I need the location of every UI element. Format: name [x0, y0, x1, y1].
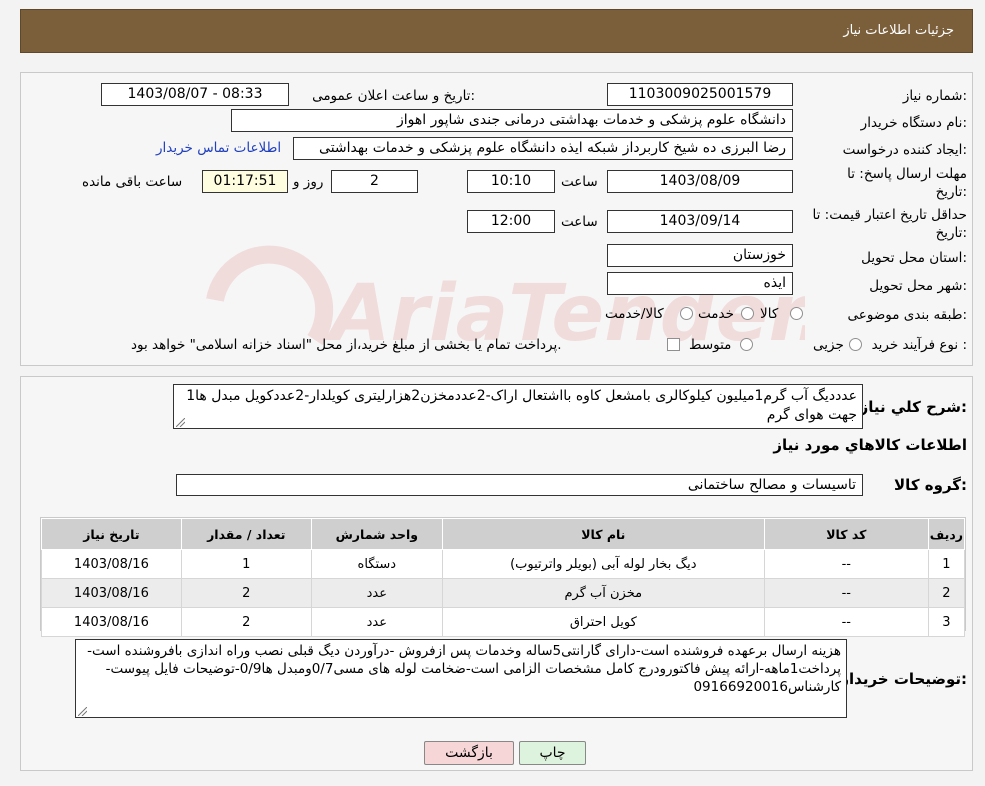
print-button[interactable]: چاپ [519, 741, 586, 765]
col-unit: واحد شمارش [310, 518, 443, 550]
remaining-days-field: 2 [331, 170, 418, 193]
remaining-time-field: 01:17:51 [202, 170, 288, 193]
cell-code: -- [763, 578, 929, 608]
deadline-label: مهلت ارسال پاسخ: تا [847, 166, 967, 182]
page-header: جزئیات اطلاعات نیاز [20, 9, 973, 53]
summary-text: 1عدددیگ آب گرم1میلیون کیلوکالری بامشعل ک… [186, 388, 857, 423]
col-date: تاریخ نیاز [41, 518, 182, 550]
city-field: ایذه [607, 272, 793, 295]
city-label: شهر محل تحویل: [869, 278, 967, 294]
cell-date: 1403/08/16 [41, 549, 182, 579]
province-label: استان محل تحویل: [861, 250, 967, 266]
col-qty: تعداد / مقدار [180, 518, 312, 550]
buyer-notes-text: هزینه ارسال برعهده فروشنده است-دارای گار… [87, 643, 841, 695]
table-row: 3 -- کویل احتراق عدد 2 1403/08/16 [41, 607, 966, 637]
table-row: 1 -- دیگ بخار لوله آبی (بویلر واترتیوب) … [41, 549, 966, 579]
cell-qty: 2 [180, 607, 312, 637]
category-goods-label: کالا [760, 306, 779, 322]
treasury-checkbox[interactable] [667, 338, 680, 351]
back-button[interactable]: بازگشت [424, 741, 514, 765]
buyer-contact-link[interactable]: اطلاعات تماس خریدار [156, 140, 281, 156]
category-goods-service-radio[interactable] [680, 307, 693, 320]
process-type-label: نوع فرآیند خرید : [871, 337, 967, 353]
resize-grip-icon[interactable] [176, 418, 185, 427]
items-table-header: ردیف کد کالا نام کالا واحد شمارش تعداد /… [41, 518, 966, 550]
category-goods-radio[interactable] [790, 307, 803, 320]
cell-qty: 2 [180, 578, 312, 608]
process-medium-label: متوسط [689, 337, 732, 353]
buyer-org-label: نام دستگاه خریدار: [860, 115, 967, 131]
table-row: 2 -- مخزن آب گرم عدد 2 1403/08/16 [41, 578, 966, 608]
cell-name: مخزن آب گرم [441, 578, 765, 608]
category-service-radio[interactable] [741, 307, 754, 320]
buyer-notes-textarea[interactable]: هزینه ارسال برعهده فروشنده است-دارای گار… [75, 639, 847, 718]
price-validity-label-date: تاریخ: [935, 225, 967, 241]
cell-code: -- [763, 607, 929, 637]
cell-unit: دستگاه [310, 549, 443, 579]
resize-grip-icon[interactable] [78, 707, 87, 716]
buyer-org-field: دانشگاه علوم پزشکی و خدمات بهداشتی درمان… [231, 109, 793, 132]
requester-label: ایجاد کننده درخواست: [842, 142, 967, 158]
items-table: ردیف کد کالا نام کالا واحد شمارش تعداد /… [41, 518, 966, 637]
cell-row: 3 [927, 607, 966, 637]
province-field: خوزستان [607, 244, 793, 267]
col-code: کد کالا [763, 518, 929, 550]
goods-info-title: اطلاعات کالاهاي مورد نياز [773, 436, 967, 454]
need-number-label: شماره نیاز: [902, 88, 967, 104]
process-minor-radio[interactable] [849, 338, 862, 351]
cell-name: کویل احتراق [441, 607, 765, 637]
process-note: پرداخت تمام یا بخشی از مبلغ خرید،از محل … [131, 337, 562, 353]
items-table-wrapper: ردیف کد کالا نام کالا واحد شمارش تعداد /… [40, 517, 966, 637]
need-number-field: 1103009025001579 [607, 83, 793, 106]
category-label: طبقه بندی موضوعی: [847, 307, 967, 323]
page-title: جزئیات اطلاعات نیاز [843, 23, 954, 38]
announce-datetime-field: 1403/08/07 - 08:33 [101, 83, 289, 106]
goods-group-field: تاسیسات و مصالح ساختمانی [176, 474, 863, 496]
price-validity-label: حداقل تاریخ اعتبار قیمت: تا [812, 207, 967, 223]
buyer-notes-label: توضیحات خریدار: [840, 670, 967, 688]
price-validity-time-field: 12:00 [467, 210, 555, 233]
cell-name: دیگ بخار لوله آبی (بویلر واترتیوب) [441, 549, 765, 579]
requester-field: رضا البرزی ده شیخ کاربرداز شبکه ایذه دان… [293, 137, 793, 160]
announce-datetime-label: تاریخ و ساعت اعلان عمومی: [312, 88, 475, 104]
cell-row: 2 [927, 578, 966, 608]
process-minor-label: جزیی [813, 337, 844, 353]
cell-date: 1403/08/16 [41, 607, 182, 637]
deadline-date-field: 1403/08/09 [607, 170, 793, 193]
goods-group-label: گروه کالا: [894, 476, 967, 494]
cell-date: 1403/08/16 [41, 578, 182, 608]
price-validity-date-field: 1403/09/14 [607, 210, 793, 233]
deadline-label-date: تاریخ: [935, 184, 967, 200]
summary-textarea[interactable]: 1عدددیگ آب گرم1میلیون کیلوکالری بامشعل ک… [173, 384, 863, 429]
remaining-label: ساعت باقی مانده [82, 174, 183, 190]
deadline-time-field: 10:10 [467, 170, 555, 193]
category-service-label: خدمت [698, 306, 734, 322]
process-medium-radio[interactable] [740, 338, 753, 351]
cell-unit: عدد [310, 578, 443, 608]
price-validity-time-label: ساعت [561, 214, 598, 230]
watermark-logo-icon [206, 245, 334, 345]
cell-unit: عدد [310, 607, 443, 637]
cell-qty: 1 [180, 549, 312, 579]
days-label: روز و [293, 174, 324, 190]
col-name: نام کالا [441, 518, 765, 550]
deadline-time-label: ساعت [561, 174, 598, 190]
cell-code: -- [763, 549, 929, 579]
cell-row: 1 [927, 549, 966, 579]
col-row: ردیف [927, 518, 966, 550]
category-goods-service-label: کالا/خدمت [605, 306, 664, 322]
summary-label: شرح کلي نياز: [859, 398, 967, 416]
